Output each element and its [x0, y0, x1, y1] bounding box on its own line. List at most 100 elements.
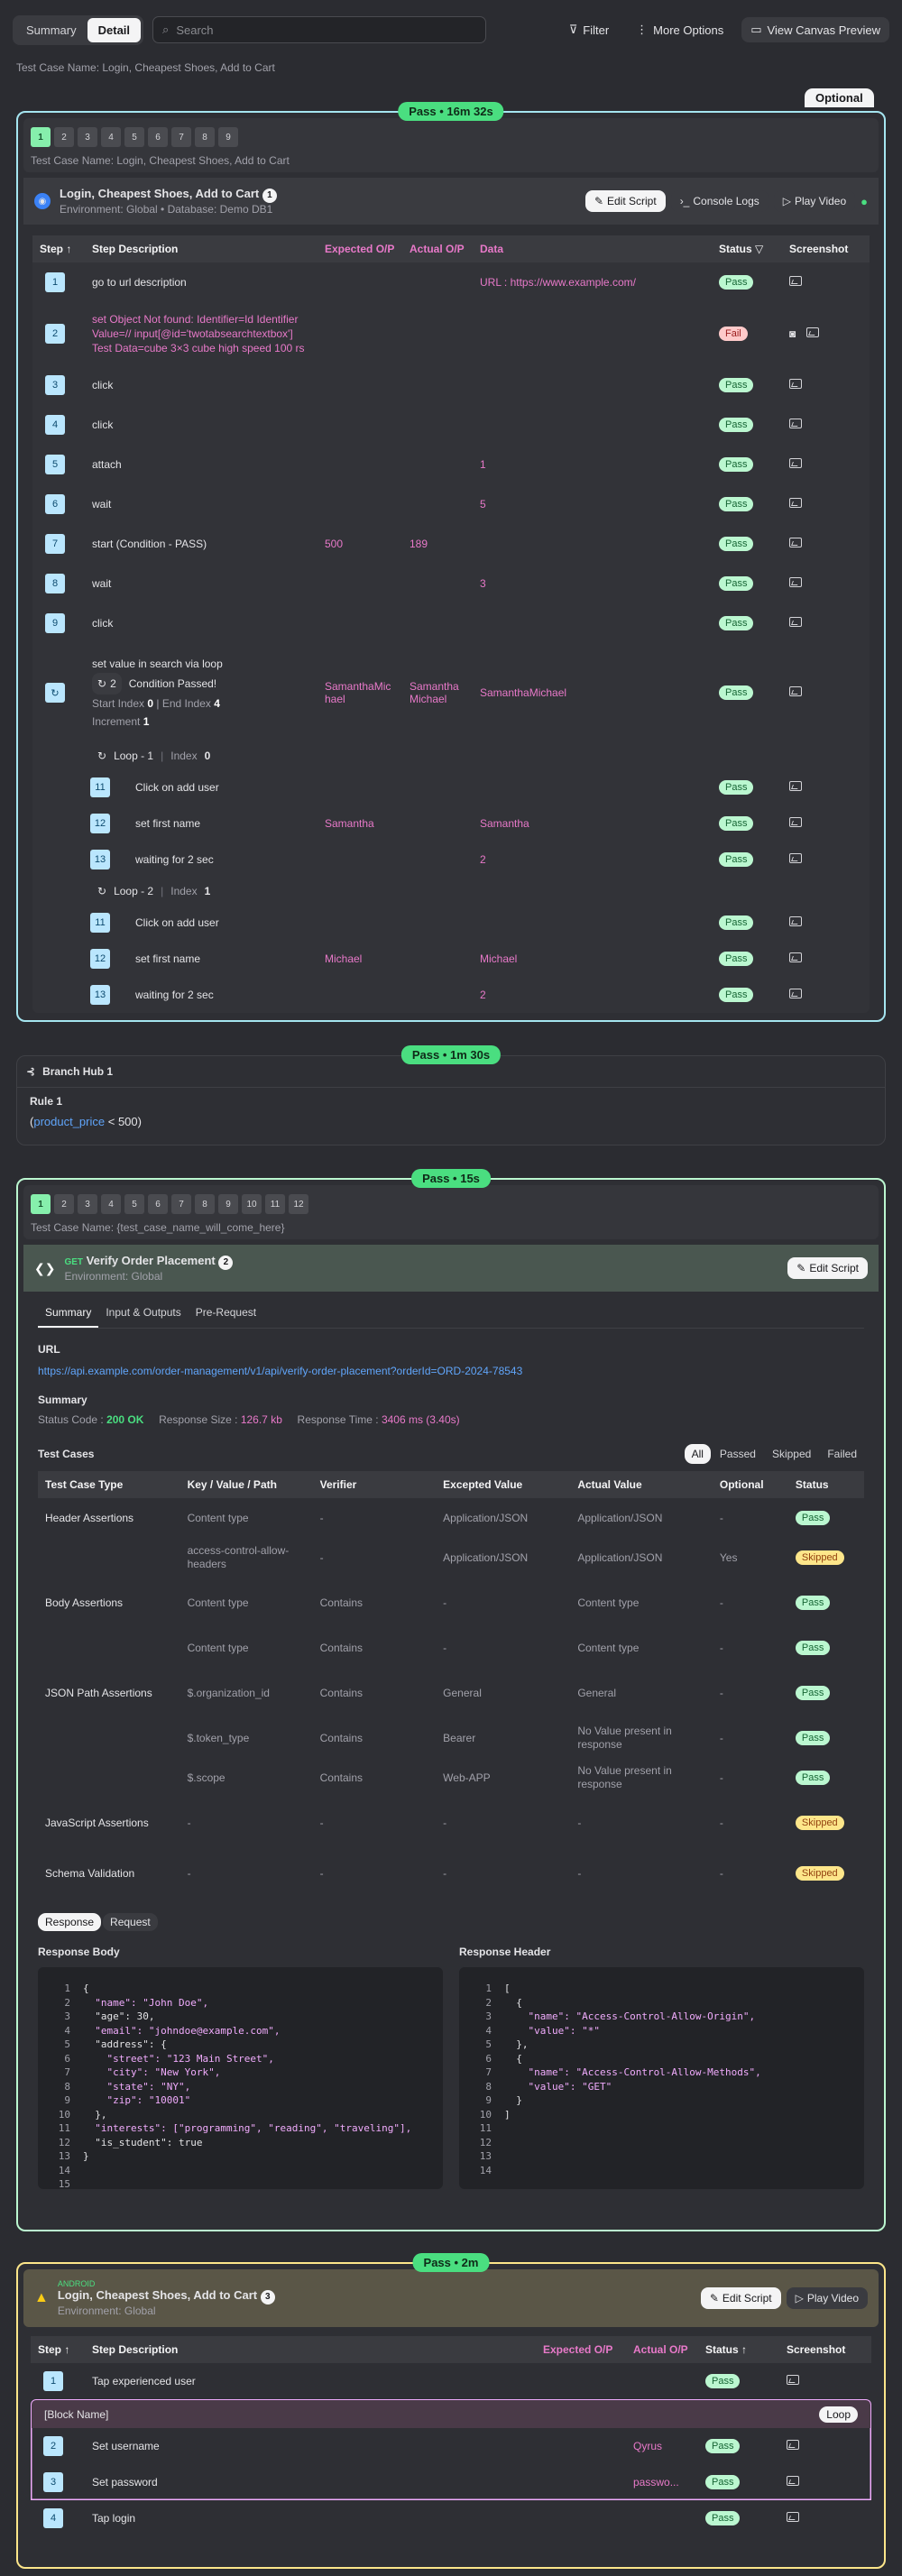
response-tab[interactable]: Response: [38, 1913, 102, 1931]
api-edit-script-button[interactable]: ✎ Edit Script: [787, 1257, 868, 1279]
code-text: "age": 30,: [83, 2010, 155, 2022]
image-icon[interactable]: [789, 916, 802, 926]
page-6[interactable]: 6: [148, 127, 168, 147]
step-row[interactable]: 7 start (Condition - PASS) 500 189 Pass: [32, 524, 870, 564]
response-time: 3406 ms (3.40s): [381, 1413, 460, 1426]
page-3[interactable]: 3: [78, 1194, 97, 1214]
environment: Environment: Global • Database: Demo DB1: [60, 202, 273, 216]
filter-all[interactable]: All: [684, 1444, 711, 1464]
m-col-step[interactable]: Step ↑: [31, 2336, 85, 2363]
loop-step-row[interactable]: 11 Click on add user Pass: [32, 905, 870, 941]
loop-step-row[interactable]: 12 set first name Samantha Samantha Pass: [32, 805, 870, 842]
image-icon[interactable]: [789, 781, 802, 791]
page-9[interactable]: 9: [218, 1194, 238, 1214]
step-row[interactable]: 4 click Pass: [32, 405, 870, 445]
tab-pre-request[interactable]: Pre-Request: [189, 1306, 263, 1328]
mobile-step-row[interactable]: 4 Tap login Pass: [31, 2500, 871, 2536]
loop-step-row[interactable]: 11 Click on add user Pass: [32, 769, 870, 805]
page-2[interactable]: 2: [54, 127, 74, 147]
loop-step-row[interactable]: ↻ set value in search via loop ↻ 2 Condit…: [32, 643, 870, 742]
tab-api-summary[interactable]: Summary: [38, 1306, 99, 1328]
page-5[interactable]: 5: [124, 1194, 144, 1214]
image-icon[interactable]: [789, 419, 802, 428]
image-icon[interactable]: [787, 2512, 799, 2522]
page-3[interactable]: 3: [78, 127, 97, 147]
col-status[interactable]: Status ▽: [712, 235, 782, 262]
mobile-play-video-button[interactable]: ▷ Play Video: [786, 2287, 868, 2309]
assert-key: Content type: [187, 1511, 249, 1524]
loop-step-row[interactable]: 13 waiting for 2 sec 2 Pass: [32, 842, 870, 878]
m-col-status[interactable]: Status ↑: [698, 2336, 779, 2363]
loop-step-row[interactable]: 12 set first name Michael Michael Pass: [32, 941, 870, 977]
step-row[interactable]: 9 click Pass: [32, 603, 870, 643]
mobile-edit-script-button[interactable]: ✎ Edit Script: [700, 2287, 781, 2309]
image-icon[interactable]: [789, 498, 802, 508]
mobile-step-row[interactable]: 1 Tap experienced user Pass: [31, 2363, 871, 2399]
page-4[interactable]: 4: [101, 127, 121, 147]
step-number: 11: [90, 913, 110, 933]
step-row[interactable]: 1 go to url description URL : https://ww…: [32, 262, 870, 302]
script-badge: 1: [262, 188, 277, 203]
step-row[interactable]: 6 wait 5 Pass: [32, 484, 870, 524]
console-logs-button[interactable]: ›_ Console Logs: [670, 190, 769, 212]
filter-skipped[interactable]: Skipped: [765, 1444, 818, 1464]
play-video-button[interactable]: ▷ Play Video: [773, 190, 856, 212]
page-9[interactable]: 9: [218, 127, 238, 147]
image-icon[interactable]: [789, 853, 802, 863]
camera-icon[interactable]: ◙: [789, 327, 796, 340]
filter-failed[interactable]: Failed: [820, 1444, 864, 1464]
image-icon[interactable]: [789, 686, 802, 696]
step-row[interactable]: 3 click Pass: [32, 365, 870, 405]
page-7[interactable]: 7: [171, 127, 191, 147]
image-icon[interactable]: [789, 617, 802, 627]
page-1[interactable]: 1: [31, 1194, 51, 1214]
step-row[interactable]: 5 attach 1 Pass: [32, 445, 870, 484]
tab-inputs-outputs[interactable]: Input & Outputs: [98, 1306, 188, 1328]
image-icon[interactable]: [789, 276, 802, 286]
page-12[interactable]: 12: [289, 1194, 308, 1214]
tab-summary[interactable]: Summary: [15, 18, 87, 42]
search-input[interactable]: ⌕ Search: [152, 16, 487, 43]
page-7[interactable]: 7: [171, 1194, 191, 1214]
request-tab[interactable]: Request: [103, 1913, 158, 1931]
mobile-step-row[interactable]: 3 Set password passwo... Pass: [31, 2464, 871, 2500]
filter-passed[interactable]: Passed: [713, 1444, 763, 1464]
loop-step-row[interactable]: 13 waiting for 2 sec 2 Pass: [32, 977, 870, 1013]
image-icon[interactable]: [789, 379, 802, 389]
step-row[interactable]: 2 set Object Not found: Identifier=Id Id…: [32, 302, 870, 365]
more-options-button[interactable]: ⋮ More Options: [627, 17, 732, 42]
filter-button[interactable]: ⊽ Filter: [560, 17, 618, 42]
image-icon[interactable]: [787, 2440, 799, 2450]
page-11[interactable]: 11: [265, 1194, 285, 1214]
page-2[interactable]: 2: [54, 1194, 74, 1214]
mobile-step-row[interactable]: 2 Set username Qyrus Pass: [31, 2428, 871, 2464]
page-8[interactable]: 8: [195, 127, 215, 147]
image-icon[interactable]: [789, 952, 802, 962]
api-url[interactable]: https://api.example.com/order-management…: [38, 1365, 864, 1377]
assertion-row: $.token_type Contains Bearer No Value prese…: [38, 1718, 864, 1758]
m-col-step-label: Step: [38, 2343, 62, 2356]
image-icon[interactable]: [789, 458, 802, 468]
page-10[interactable]: 10: [242, 1194, 262, 1214]
edit-script-button[interactable]: ✎ Edit Script: [584, 190, 666, 212]
page-6[interactable]: 6: [148, 1194, 168, 1214]
page-5[interactable]: 5: [124, 127, 144, 147]
image-icon[interactable]: [806, 327, 820, 337]
page-4[interactable]: 4: [101, 1194, 121, 1214]
image-icon[interactable]: [789, 989, 802, 998]
code-line: 11 "interests": ["programming", "reading…: [47, 2121, 434, 2136]
loop-expected: SamanthaMichael: [325, 680, 391, 705]
loop-iteration-header: ↻ Loop - 1 | Index 0: [97, 750, 211, 762]
image-icon[interactable]: [789, 577, 802, 587]
image-icon[interactable]: [789, 538, 802, 547]
page-8[interactable]: 8: [195, 1194, 215, 1214]
image-icon[interactable]: [787, 2476, 799, 2486]
image-icon[interactable]: [787, 2375, 799, 2385]
canvas-preview-button[interactable]: ▭ View Canvas Preview: [741, 17, 889, 42]
step-row[interactable]: 8 wait 3 Pass: [32, 564, 870, 603]
tab-detail[interactable]: Detail: [87, 17, 142, 42]
col-step[interactable]: Step ↑: [32, 235, 85, 262]
image-icon[interactable]: [789, 817, 802, 827]
code-text: },: [504, 2038, 529, 2050]
page-1[interactable]: 1: [31, 127, 51, 147]
